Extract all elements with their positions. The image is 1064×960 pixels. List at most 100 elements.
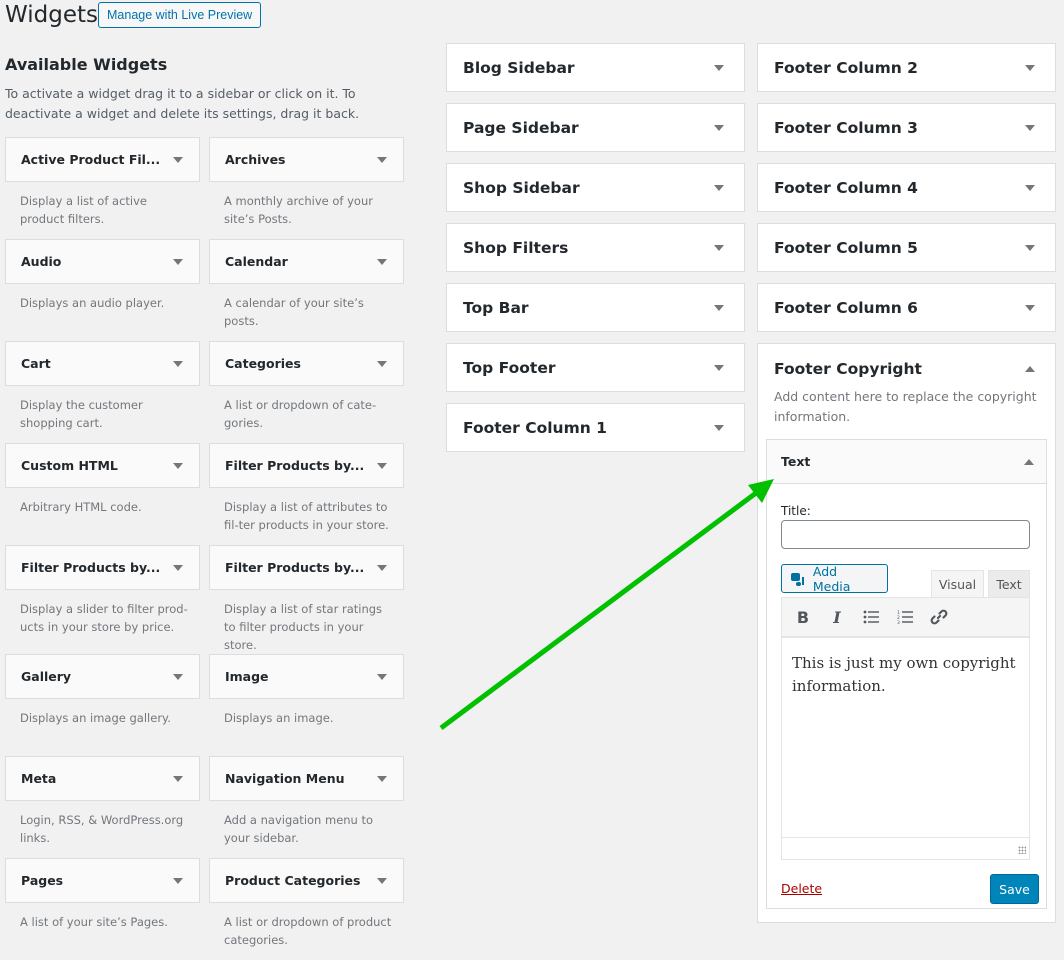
sidebar-name: Footer Column 3 <box>774 118 918 137</box>
sidebar-name: Shop Sidebar <box>463 178 580 197</box>
chevron-down-icon[interactable] <box>1025 244 1035 251</box>
sidebar-page-sidebar[interactable]: Page Sidebar <box>446 103 745 152</box>
save-button[interactable]: Save <box>990 874 1039 904</box>
chevron-down-icon[interactable] <box>377 156 387 163</box>
italic-icon[interactable]: I <box>826 606 848 628</box>
chevron-down-icon[interactable] <box>377 564 387 571</box>
resize-handle-icon[interactable] <box>1018 846 1026 854</box>
sidebar-shop-sidebar[interactable]: Shop Sidebar <box>446 163 745 212</box>
chevron-down-icon[interactable] <box>714 64 724 71</box>
sidebar-name: Footer Column 1 <box>463 418 607 437</box>
chevron-up-icon[interactable] <box>1024 458 1034 465</box>
text-widget-header[interactable]: Text <box>767 440 1046 484</box>
chevron-down-icon[interactable] <box>1025 184 1035 191</box>
bold-icon[interactable]: B <box>792 606 814 628</box>
sidebars-column-1: Blog Sidebar Page Sidebar Shop Sidebar Shop… <box>446 43 745 452</box>
chevron-up-icon[interactable] <box>1025 365 1035 372</box>
available-widget-header[interactable]: Gallery <box>5 654 200 699</box>
text-widget-title: Text <box>781 454 811 469</box>
chevron-down-icon[interactable] <box>377 258 387 265</box>
sidebar-top-footer[interactable]: Top Footer <box>446 343 745 392</box>
chevron-down-icon[interactable] <box>1025 64 1035 71</box>
widget-description: A list of your site’s Pages. <box>20 915 168 929</box>
tab-visual[interactable]: Visual <box>931 570 984 597</box>
chevron-down-icon[interactable] <box>377 360 387 367</box>
sidebar-top-bar[interactable]: Top Bar <box>446 283 745 332</box>
available-widget-header[interactable]: Image <box>209 654 404 699</box>
sidebar-name: Shop Filters <box>463 238 569 257</box>
available-widget-header[interactable]: Archives <box>209 137 404 182</box>
link-icon[interactable] <box>928 606 950 628</box>
chevron-down-icon[interactable] <box>377 462 387 469</box>
tab-text[interactable]: Text <box>988 570 1030 597</box>
sidebar-blog-sidebar[interactable]: Blog Sidebar <box>446 43 745 92</box>
available-widget-header[interactable]: Meta <box>5 756 200 801</box>
sidebar-footer-column-5[interactable]: Footer Column 5 <box>757 223 1056 272</box>
chevron-down-icon[interactable] <box>173 258 183 265</box>
chevron-down-icon[interactable] <box>377 877 387 884</box>
available-widget-header[interactable]: Audio <box>5 239 200 284</box>
widget-description: Display a list of active product filters… <box>20 194 147 226</box>
chevron-down-icon[interactable] <box>173 156 183 163</box>
widget-name: Categories <box>225 356 301 371</box>
available-widget-header[interactable]: Categories <box>209 341 404 386</box>
available-widget-header[interactable]: Filter Products by... <box>5 545 200 590</box>
widget-name: Filter Products by... <box>225 458 365 473</box>
chevron-down-icon[interactable] <box>173 360 183 367</box>
available-widget: Archives A monthly archive of your site’s… <box>209 137 404 239</box>
available-widget-header[interactable]: Active Product Fil... <box>5 137 200 182</box>
widget-description: Displays an audio player. <box>20 296 165 310</box>
widget-name: Meta <box>21 771 57 786</box>
sidebar-name: Top Footer <box>463 358 556 377</box>
chevron-down-icon[interactable] <box>714 304 724 311</box>
sidebar-footer-column-3[interactable]: Footer Column 3 <box>757 103 1056 152</box>
text-widget: Text Title: Add Media Visual Text B I 1 … <box>766 439 1047 909</box>
chevron-down-icon[interactable] <box>377 673 387 680</box>
available-widget-header[interactable]: Cart <box>5 341 200 386</box>
sidebar-name: Footer Column 4 <box>774 178 918 197</box>
chevron-down-icon[interactable] <box>714 364 724 371</box>
sidebar-footer-column-4[interactable]: Footer Column 4 <box>757 163 1056 212</box>
chevron-down-icon[interactable] <box>714 244 724 251</box>
add-media-button[interactable]: Add Media <box>781 564 888 594</box>
available-widget-header[interactable]: Calendar <box>209 239 404 284</box>
sidebar-footer-column-2[interactable]: Footer Column 2 <box>757 43 1056 92</box>
chevron-down-icon[interactable] <box>714 184 724 191</box>
available-widget-header[interactable]: Navigation Menu <box>209 756 404 801</box>
sidebar-name: Blog Sidebar <box>463 58 575 77</box>
delete-link[interactable]: Delete <box>781 881 822 896</box>
sidebar-footer-column-1[interactable]: Footer Column 1 <box>446 403 745 452</box>
sidebar-footer-column-6[interactable]: Footer Column 6 <box>757 283 1056 332</box>
available-widget-header[interactable]: Pages <box>5 858 200 903</box>
chevron-down-icon[interactable] <box>173 462 183 469</box>
widget-name: Pages <box>21 873 64 888</box>
bullet-list-icon[interactable] <box>860 606 882 628</box>
title-label: Title: <box>781 504 811 518</box>
sidebar-name: Footer Column 6 <box>774 298 918 317</box>
editor-statusbar <box>782 837 1029 857</box>
chevron-down-icon[interactable] <box>714 124 724 131</box>
sidebar-shop-filters[interactable]: Shop Filters <box>446 223 745 272</box>
numbered-list-icon[interactable]: 123 <box>894 606 916 628</box>
chevron-down-icon[interactable] <box>173 673 183 680</box>
available-widget-header[interactable]: Custom HTML <box>5 443 200 488</box>
manage-live-preview-button[interactable]: Manage with Live Preview <box>98 2 262 28</box>
available-widget-header[interactable]: Filter Products by... <box>209 443 404 488</box>
editor-content[interactable]: This is just my own copyright informatio… <box>782 638 1029 837</box>
widget-name: Product Categories <box>225 873 361 888</box>
chevron-down-icon[interactable] <box>1025 124 1035 131</box>
available-widget-header[interactable]: Product Categories <box>209 858 404 903</box>
title-input[interactable] <box>781 520 1030 549</box>
chevron-down-icon[interactable] <box>173 564 183 571</box>
chevron-down-icon[interactable] <box>1025 304 1035 311</box>
sidebar-footer-copyright: Footer Copyright Add content here to rep… <box>757 343 1056 923</box>
chevron-down-icon[interactable] <box>377 775 387 782</box>
available-widget-header[interactable]: Filter Products by... <box>209 545 404 590</box>
chevron-down-icon[interactable] <box>173 775 183 782</box>
widget-name: Gallery <box>21 669 72 684</box>
available-widget: Image Displays an image. <box>209 654 404 756</box>
sidebar-footer-copyright-header[interactable]: Footer Copyright <box>766 344 1047 393</box>
chevron-down-icon[interactable] <box>173 877 183 884</box>
chevron-down-icon[interactable] <box>714 424 724 431</box>
available-widget: Active Product Fil... Display a list of a… <box>5 137 200 239</box>
